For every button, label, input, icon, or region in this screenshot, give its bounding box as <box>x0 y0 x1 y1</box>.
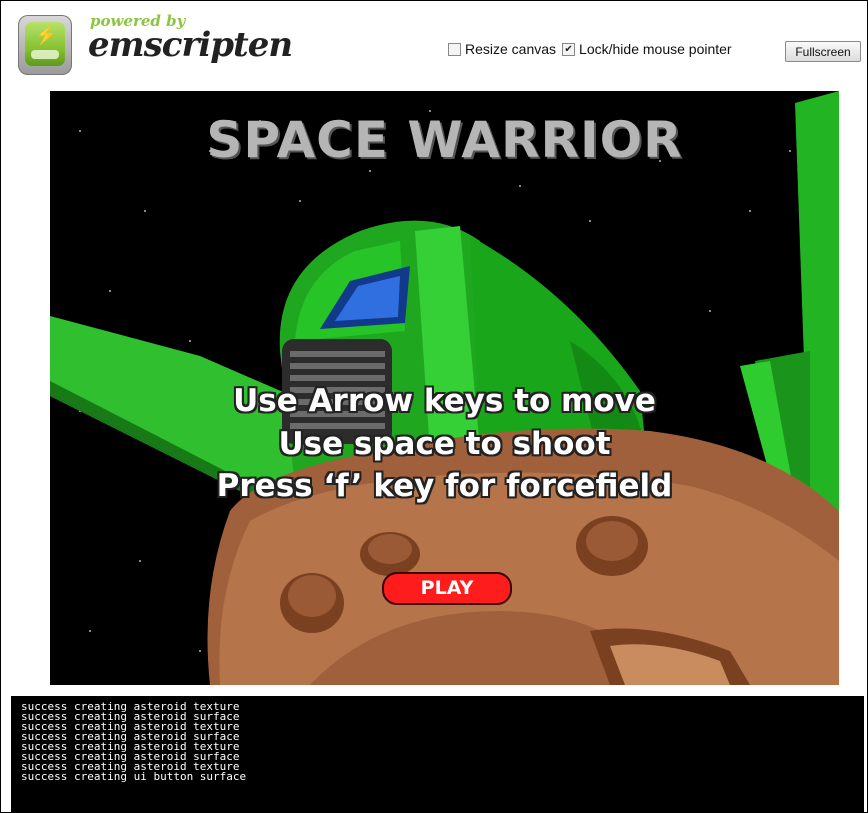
instruction-move: Use Arrow keys to move <box>233 383 656 419</box>
game-title: SPACE WARRIOR <box>206 111 683 169</box>
fullscreen-button[interactable]: Fullscreen <box>785 41 861 62</box>
output-console[interactable]: success creating asteroid texture succes… <box>11 696 864 812</box>
instruction-shoot: Use space to shoot <box>278 426 611 462</box>
lock-pointer-checkbox[interactable]: ✔ <box>562 42 576 56</box>
console-line: success creating ui button surface <box>21 770 247 783</box>
play-button[interactable]: PLAY <box>382 572 512 605</box>
game-canvas[interactable]: SPACE WARRIOR Use Arrow keys to move Use… <box>50 91 839 685</box>
instruction-forcefield: Press ‘f’ key for forcefield <box>216 468 673 504</box>
resize-canvas-checkbox[interactable] <box>448 42 461 56</box>
emscripten-logo-icon: ⚡ <box>18 15 72 75</box>
page-frame: ⚡ powered by emscripten Resize canvas ✔ … <box>0 0 868 813</box>
lock-pointer-label: Lock/hide mouse pointer <box>579 41 732 57</box>
canvas-controls: Resize canvas ✔ Lock/hide mouse pointer <box>448 41 738 57</box>
brand-name: emscripten <box>88 25 293 65</box>
emscripten-header: ⚡ powered by emscripten Resize canvas ✔ … <box>1 1 867 91</box>
resize-canvas-label: Resize canvas <box>465 41 557 57</box>
